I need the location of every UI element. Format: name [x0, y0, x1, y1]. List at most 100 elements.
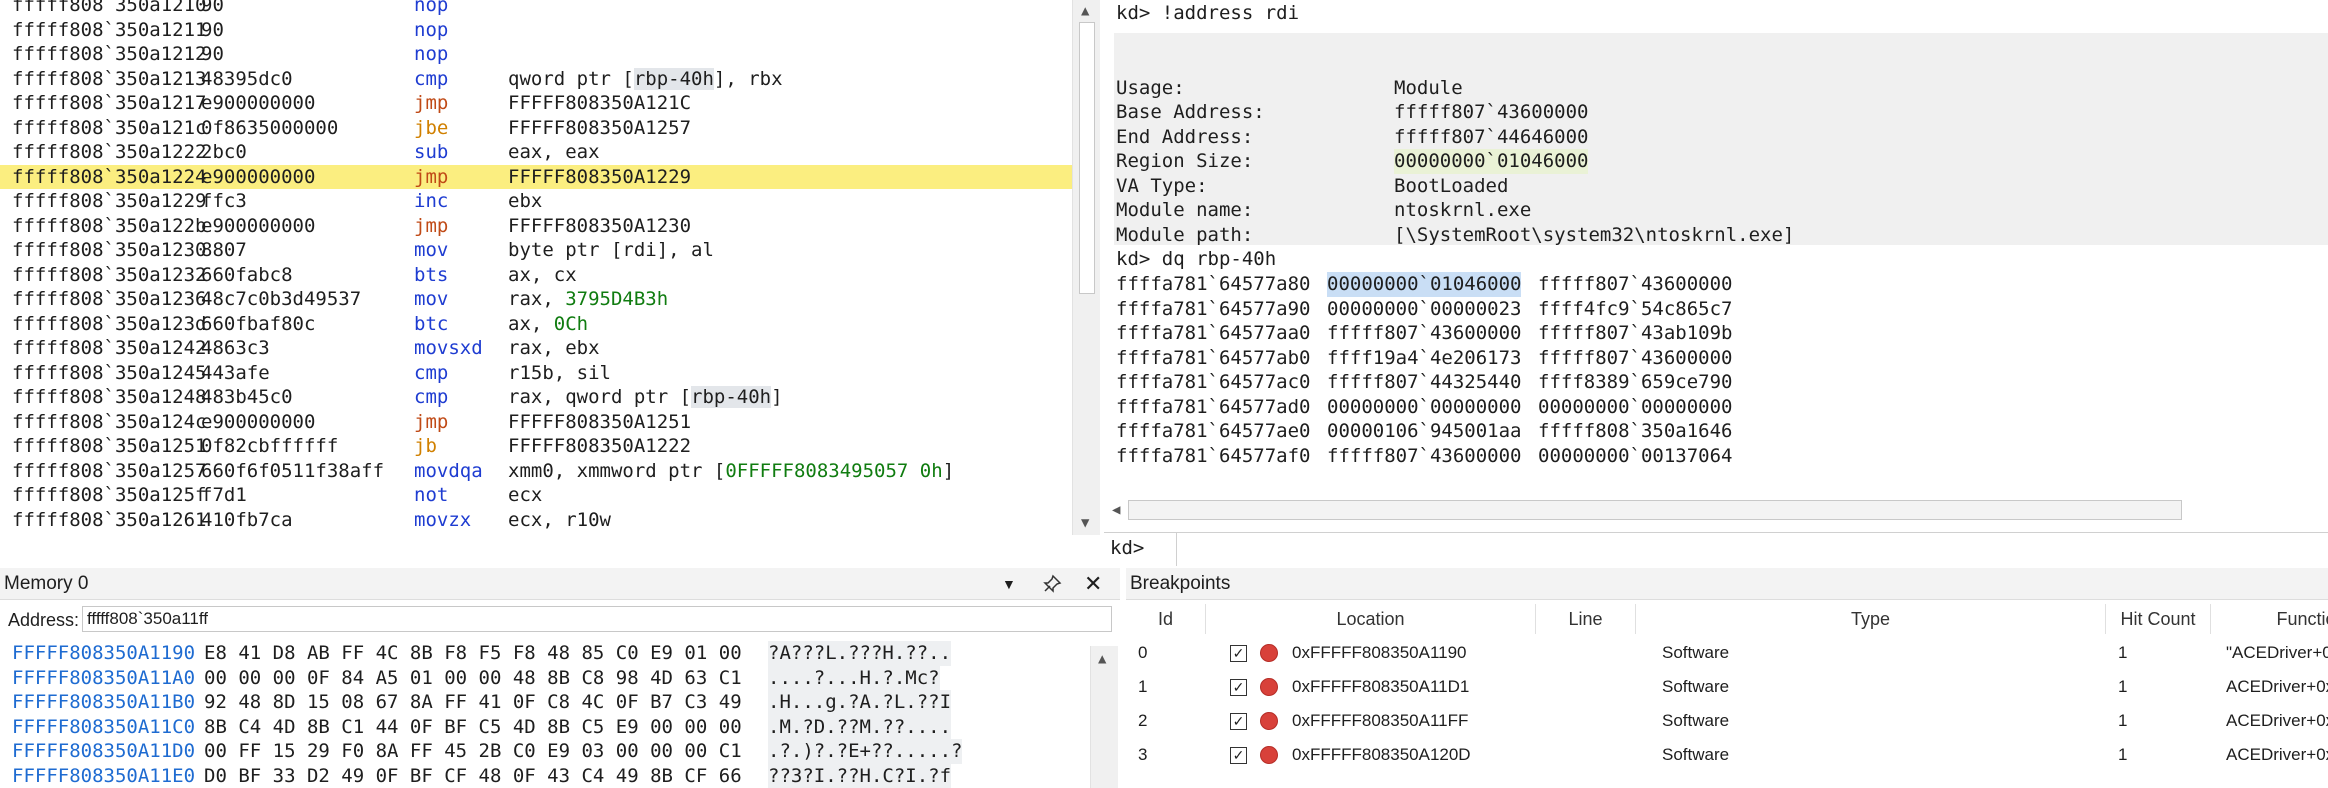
dq-value: fffff807`43ab109b [1538, 322, 1733, 344]
instruction-mnemonic: sub [414, 141, 449, 163]
instruction-bytes: 660fbaf80c [201, 312, 316, 335]
scrollbar-thumb[interactable] [1079, 22, 1095, 294]
disassembly-vertical-scrollbar[interactable]: ▲ ▼ [1072, 0, 1100, 535]
breakpoint-enabled-checkbox[interactable]: ✓ [1230, 747, 1247, 764]
end-address-value: fffff807`44646000 [1394, 126, 1589, 148]
disassembly-line[interactable]: fffff808`350a1232 660fabc8 bts ax, cx [0, 263, 1072, 288]
instruction-operands: qword ptr [rbp-40h], rbx [508, 67, 783, 92]
operand-text: 3795D4B3h [565, 288, 669, 310]
scroll-left-arrow-icon[interactable]: ◀ [1112, 503, 1120, 517]
scroll-up-arrow-icon[interactable]: ▲ [1098, 652, 1106, 666]
dq-address: ffffa781`64577af0 [1116, 444, 1311, 467]
breakpoint-row[interactable]: 3 ✓ 0xFFFFF808350A120D Software 1 ACEDriver+0… [1126, 738, 2328, 772]
command-pane: kd> !address rdi Usage: Module Base Addre… [1104, 0, 2328, 565]
instruction-mnemonic: mov [414, 288, 449, 310]
instruction-bytes: e900000000 [201, 410, 316, 433]
disassembly-line[interactable]: fffff808`350a1257 660f6f0511f38aff movdqa x… [0, 459, 1072, 484]
column-header-line[interactable]: Line [1536, 604, 1636, 634]
column-header-id[interactable]: Id [1126, 604, 1206, 634]
instruction-bytes: 48c7c0b3d49537 [201, 288, 362, 310]
instruction-bytes: 8807 [201, 239, 247, 261]
address-label: Address: [8, 610, 80, 630]
instruction-mnemonic: jb [414, 435, 437, 457]
dropdown-chevron-icon[interactable]: ▼ [1002, 568, 1016, 600]
breakpoint-row[interactable]: 1 ✓ 0xFFFFF808350A11D1 Software 1 ACEDriver+0… [1126, 670, 2328, 704]
instruction-mnemonic: nop [414, 43, 449, 65]
instruction-mnemonic: cmp [414, 361, 449, 384]
disassembly-line[interactable]: fffff808`350a121c 0f8635000000 jbe FFFFF808… [0, 116, 1072, 141]
memory-vertical-scrollbar[interactable]: ▲ [1090, 646, 1118, 788]
disassembly-line[interactable]: fffff808`350a124c e900000000 jmp FFFFF80835… [0, 410, 1072, 435]
disassembly-line[interactable]: fffff808`350a1261 410fb7ca movzx ecx, r10w [0, 508, 1072, 533]
breakpoint-hit-count: 1 [2118, 643, 2128, 662]
memory-header: Memory 0 ▼ ✕ [0, 568, 1120, 600]
instruction-bytes: 90 [201, 18, 224, 41]
column-header-function[interactable]: Function [2211, 604, 2328, 634]
region-size-label: Region Size: [1116, 150, 1254, 172]
instruction-bytes: 48395dc0 [201, 67, 293, 90]
scroll-up-arrow-icon[interactable]: ▲ [1081, 4, 1089, 18]
breakpoint-row[interactable]: 0 ✓ 0xFFFFF808350A1190 Software 1 "ACEDriver+… [1126, 636, 2328, 670]
breakpoint-row[interactable]: 2 ✓ 0xFFFFF808350A11FF Software 1 ACEDriver+0… [1126, 704, 2328, 738]
module-path-label: Module path: [1116, 224, 1254, 246]
dq-value: fffff807`44325440 [1327, 371, 1522, 393]
breakpoint-type: Software [1662, 711, 1730, 730]
breakpoints-pane: Breakpoints Id Location Line Type Hit Co… [1126, 568, 2328, 788]
command-input[interactable] [1178, 535, 2324, 564]
dq-address: ffffa781`64577ab0 [1116, 346, 1311, 369]
column-header-location[interactable]: Location [1206, 604, 1536, 634]
disassembly-line[interactable]: fffff808`350a1213 48395dc0 cmp qword ptr [r… [0, 67, 1072, 92]
instruction-address: fffff808`350a1229 [12, 190, 207, 212]
disassembly-line[interactable]: fffff808`350a1230 8807 mov byte ptr [rdi], … [0, 238, 1072, 263]
instruction-bytes: 0f82cbffffff [201, 435, 339, 457]
operand-text: xmm0, xmmword ptr [ [508, 459, 726, 482]
memory-bytes: D0 BF 33 D2 49 0F BF CF 48 0F 43 C4 49 8… [204, 764, 742, 787]
base-address-value: fffff807`43600000 [1394, 101, 1589, 123]
operand-text: FFFFF808350A121C [508, 92, 692, 114]
instruction-operands: ax, cx [508, 263, 577, 288]
breakpoint-id: 2 [1138, 711, 1148, 730]
dq-value: 00000000`00137064 [1538, 444, 1733, 467]
command-horizontal-scrollbar[interactable]: ◀ [1104, 494, 2328, 526]
disassembly-line[interactable]: fffff808`350a1217 e900000000 jmp FFFFF80835… [0, 91, 1072, 116]
breakpoint-enabled-checkbox[interactable]: ✓ [1230, 645, 1247, 662]
instruction-address: fffff808`350a125f [12, 484, 207, 506]
operand-text: rax, qword ptr [ [508, 386, 692, 408]
disassembly-line[interactable]: fffff808`350a1229 ffc3 inc ebx [0, 189, 1072, 214]
operand-text: eax, eax [508, 141, 600, 163]
disassembly-line[interactable]: fffff808`350a1222 2bc0 sub eax, eax [0, 140, 1072, 165]
close-icon[interactable]: ✕ [1084, 568, 1102, 600]
command-output: kd> !address rdi Usage: Module Base Addre… [1104, 0, 2328, 490]
command-input-row[interactable]: kd> [1104, 532, 2328, 566]
instruction-operands: ax, 0Ch [508, 312, 588, 337]
memory-bytes: 92 48 8D 15 08 67 8A FF 41 0F C8 4C 0F B… [204, 691, 742, 713]
scrollbar-thumb[interactable] [1128, 500, 2182, 520]
disassembly-line[interactable]: fffff808`350a1212 90 nop [0, 42, 1072, 67]
memory-bytes: 00 FF 15 29 F0 8A FF 45 2B C0 E9 03 00 0… [204, 740, 742, 762]
disassembly-line[interactable]: fffff808`350a1211 90 nop [0, 18, 1072, 43]
disassembly-line[interactable]: fffff808`350a1242 4863c3 movsxd rax, ebx [0, 336, 1072, 361]
scroll-down-arrow-icon[interactable]: ▼ [1081, 516, 1089, 530]
disassembly-line[interactable]: fffff808`350a1236 48c7c0b3d49537 mov rax, 3… [0, 287, 1072, 312]
dq-value: fffff807`43600000 [1327, 444, 1522, 467]
pin-icon[interactable] [1042, 568, 1062, 605]
column-header-hit-count[interactable]: Hit Count [2106, 604, 2211, 634]
selected-dq-value: 00000000`01046000 [1327, 272, 1522, 297]
instruction-operands: eax, eax [508, 140, 600, 165]
disassembly-line[interactable]: fffff808`350a1224 e900000000 jmp FFFFF80835… [0, 164, 1072, 189]
breakpoint-enabled-checkbox[interactable]: ✓ [1230, 713, 1247, 730]
disassembly-line[interactable]: fffff808`350a123d 660fbaf80c btc ax, 0Ch [0, 312, 1072, 337]
disassembly-line[interactable]: fffff808`350a1210 90 nop [0, 0, 1072, 18]
instruction-address: fffff808`350a1224 [12, 165, 207, 188]
disassembly-line[interactable]: fffff808`350a1248 483b45c0 cmp rax, qword p… [0, 385, 1072, 410]
operand-text: FFFFF808350A1222 [508, 435, 692, 457]
disassembly-line[interactable]: fffff808`350a125f f7d1 not ecx [0, 483, 1072, 508]
address-input[interactable]: fffff808`350a11ff [82, 606, 1112, 632]
disassembly-line[interactable]: fffff808`350a122b e900000000 jmp FFFFF80835… [0, 214, 1072, 239]
instruction-mnemonic: movzx [414, 508, 472, 531]
memory-title: Memory 0 [4, 573, 89, 594]
disassembly-line[interactable]: fffff808`350a1245 443afe cmp r15b, sil [0, 361, 1072, 386]
disassembly-line[interactable]: fffff808`350a1251 0f82cbffffff jb FFFFF8083… [0, 434, 1072, 459]
breakpoint-enabled-checkbox[interactable]: ✓ [1230, 679, 1247, 696]
column-header-type[interactable]: Type [1636, 604, 2106, 634]
